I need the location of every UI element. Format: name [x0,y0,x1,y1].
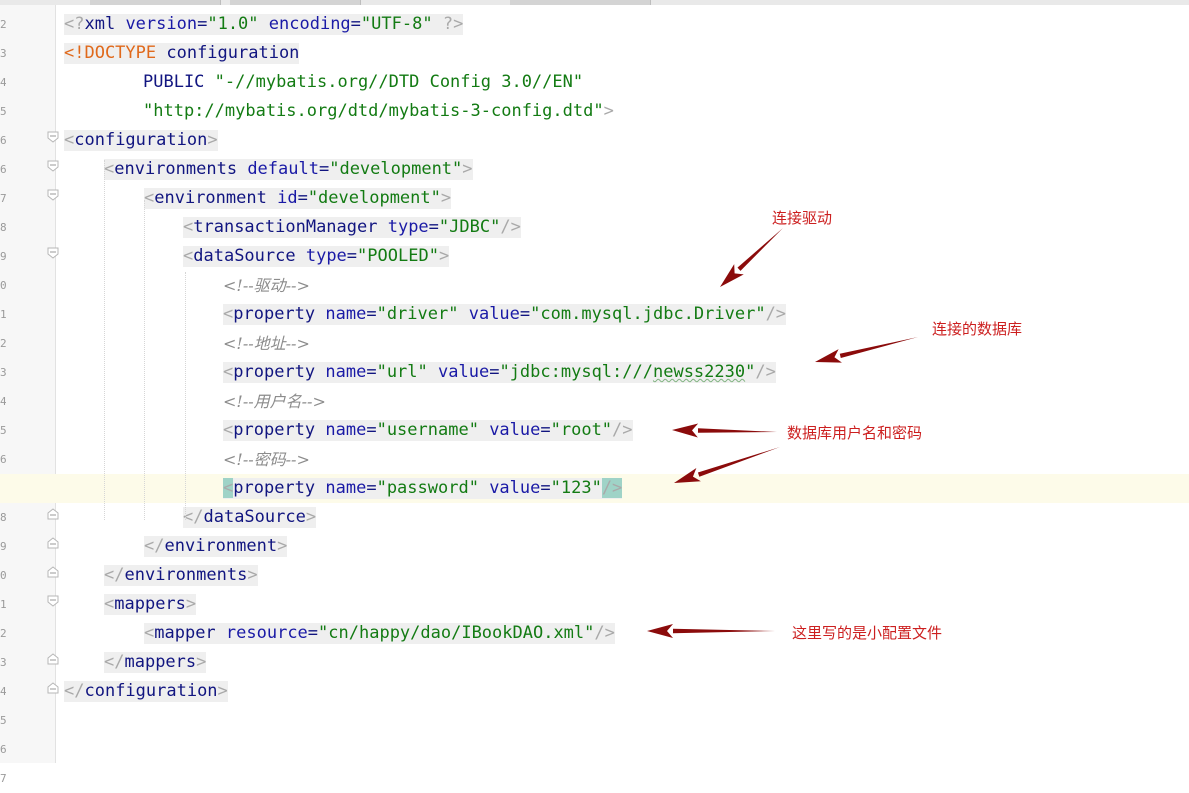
arrow-to-password [674,447,780,483]
annotation-mapper: 这里写的是小配置文件 [792,624,943,642]
line-number: 7 [0,772,6,785]
annotation-credentials: 数据库用户名和密码 [787,424,923,442]
arrow-to-username [672,423,777,438]
arrow-to-driver [720,228,783,287]
annotation-driver: 连接驱动 [772,209,833,227]
arrow-to-mapper [647,624,775,638]
annotation-arrows [647,228,918,638]
annotation-database: 连接的数据库 [932,320,1023,338]
arrow-to-url [815,337,918,363]
